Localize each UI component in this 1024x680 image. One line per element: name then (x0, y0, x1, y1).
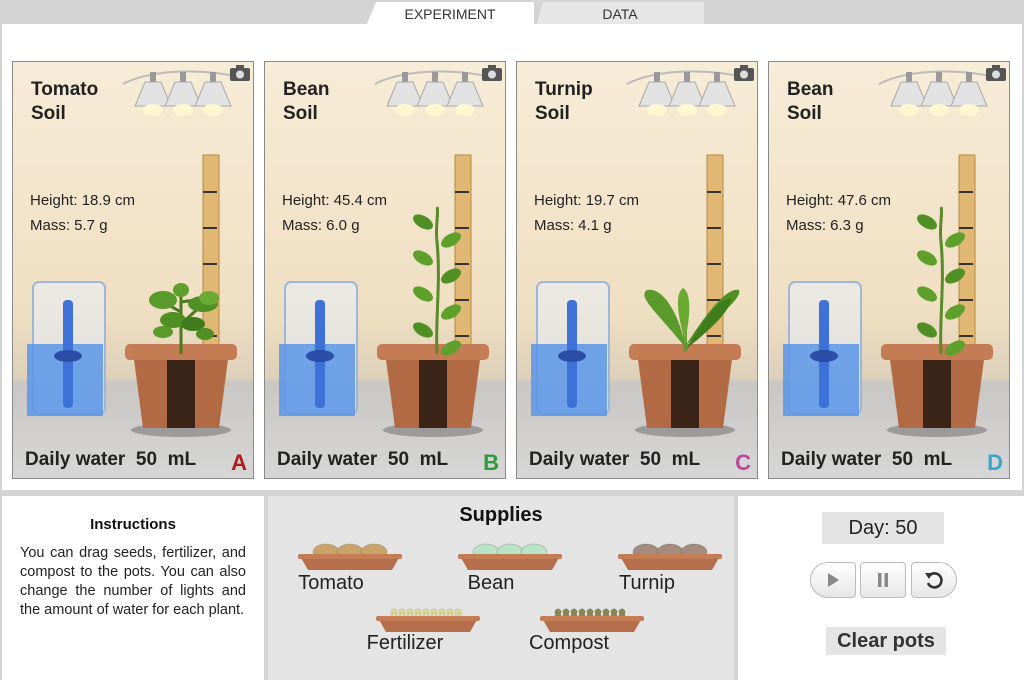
height-ruler (958, 154, 976, 356)
pot-panel-b[interactable]: Bean Soil Height: 45.4 cm Mass: 6.0 g Dai… (264, 61, 506, 479)
day-counter: Day: 50 (822, 512, 944, 544)
camera-icon[interactable] (733, 64, 755, 82)
tab-bar: EXPERIMENT DATA (0, 0, 1024, 26)
tab-data[interactable]: DATA (536, 2, 704, 26)
supplies-title: Supplies (459, 504, 543, 526)
water-beaker[interactable] (783, 281, 862, 416)
supply-label: Bean (467, 572, 515, 594)
pot-letter: B (483, 450, 499, 475)
mass-readout: Mass: 6.3 g (786, 217, 864, 234)
height-readout: Height: 45.4 cm (282, 192, 388, 209)
soil-title: Tomato Soil (31, 79, 99, 124)
supply-label: Fertilizer (366, 632, 444, 654)
mass-readout: Mass: 6.0 g (282, 217, 360, 234)
soil-title: Turnip Soil (535, 79, 593, 124)
plant-pot[interactable] (125, 344, 237, 437)
height-readout: Height: 47.6 cm (786, 192, 892, 209)
pot-panel-c[interactable]: Turnip Soil Height: 19.7 cm Mass: 4.1 g D… (516, 61, 758, 479)
reset-icon (925, 572, 943, 589)
camera-icon[interactable] (481, 64, 503, 82)
pot-panel-d[interactable]: Bean Soil Height: 47.6 cm Mass: 6.3 g Dai… (768, 61, 1010, 479)
clear-pots-button[interactable]: Clear pots (826, 627, 946, 655)
tab-experiment[interactable]: EXPERIMENT (366, 2, 534, 26)
water-beaker[interactable] (279, 281, 358, 416)
mass-readout: Mass: 4.1 g (534, 217, 612, 234)
daily-water-label: Daily water 50 mL (781, 449, 953, 470)
plant-pot[interactable] (377, 344, 489, 437)
pause-button[interactable] (860, 562, 906, 598)
reset-button[interactable] (911, 562, 957, 598)
experiment-stage: Tomato Soil Height: 18.9 cm Mass: 5.7 g D… (2, 24, 1022, 490)
daily-water-label: Daily water 50 mL (529, 449, 701, 470)
pot-letter: D (987, 450, 1003, 475)
instructions-panel: Instructions You can drag seeds, fertili… (2, 496, 264, 680)
instructions-text: You can drag seeds, fertilizer, and comp… (20, 545, 246, 618)
play-icon (828, 573, 839, 587)
height-readout: Height: 18.9 cm (30, 192, 136, 209)
daily-water-value[interactable]: 50 (892, 449, 913, 470)
daily-water-value[interactable]: 50 (136, 449, 157, 470)
height-readout: Height: 19.7 cm (534, 192, 640, 209)
pause-icon (878, 573, 888, 587)
soil-title: Bean Soil (283, 79, 330, 124)
water-beaker[interactable] (27, 281, 106, 416)
daily-water-label: Daily water 50 mL (25, 449, 197, 470)
camera-icon[interactable] (229, 64, 251, 82)
water-beaker[interactable] (531, 281, 610, 416)
supplies-panel: Supplies Tomato Bean Turnip Fertilizer C… (268, 496, 734, 680)
play-button[interactable] (810, 562, 856, 598)
soil-title: Bean Soil (787, 79, 834, 124)
plant-pot[interactable] (629, 344, 741, 437)
daily-water-label: Daily water 50 mL (277, 449, 449, 470)
height-ruler (454, 154, 472, 356)
supply-label: Tomato (298, 572, 364, 594)
controls-panel: Day: 50 Clear pots (738, 496, 1024, 680)
mass-readout: Mass: 5.7 g (30, 217, 108, 234)
height-ruler (202, 154, 220, 356)
turnip-plant (644, 288, 740, 352)
plant-pot[interactable] (881, 344, 993, 437)
daily-water-value[interactable]: 50 (640, 449, 661, 470)
supply-label: Turnip (619, 572, 675, 594)
daily-water-value[interactable]: 50 (388, 449, 409, 470)
camera-icon[interactable] (985, 64, 1007, 82)
app-root: EXPERIMENT DATA Tomato Soil Height: 18.9… (0, 0, 1024, 680)
pot-letter: A (231, 450, 247, 475)
instructions-title: Instructions (90, 516, 176, 533)
supply-label: Compost (528, 632, 610, 654)
pot-panel-a[interactable]: Tomato Soil Height: 18.9 cm Mass: 5.7 g D… (12, 61, 254, 479)
pot-letter: C (735, 450, 751, 475)
